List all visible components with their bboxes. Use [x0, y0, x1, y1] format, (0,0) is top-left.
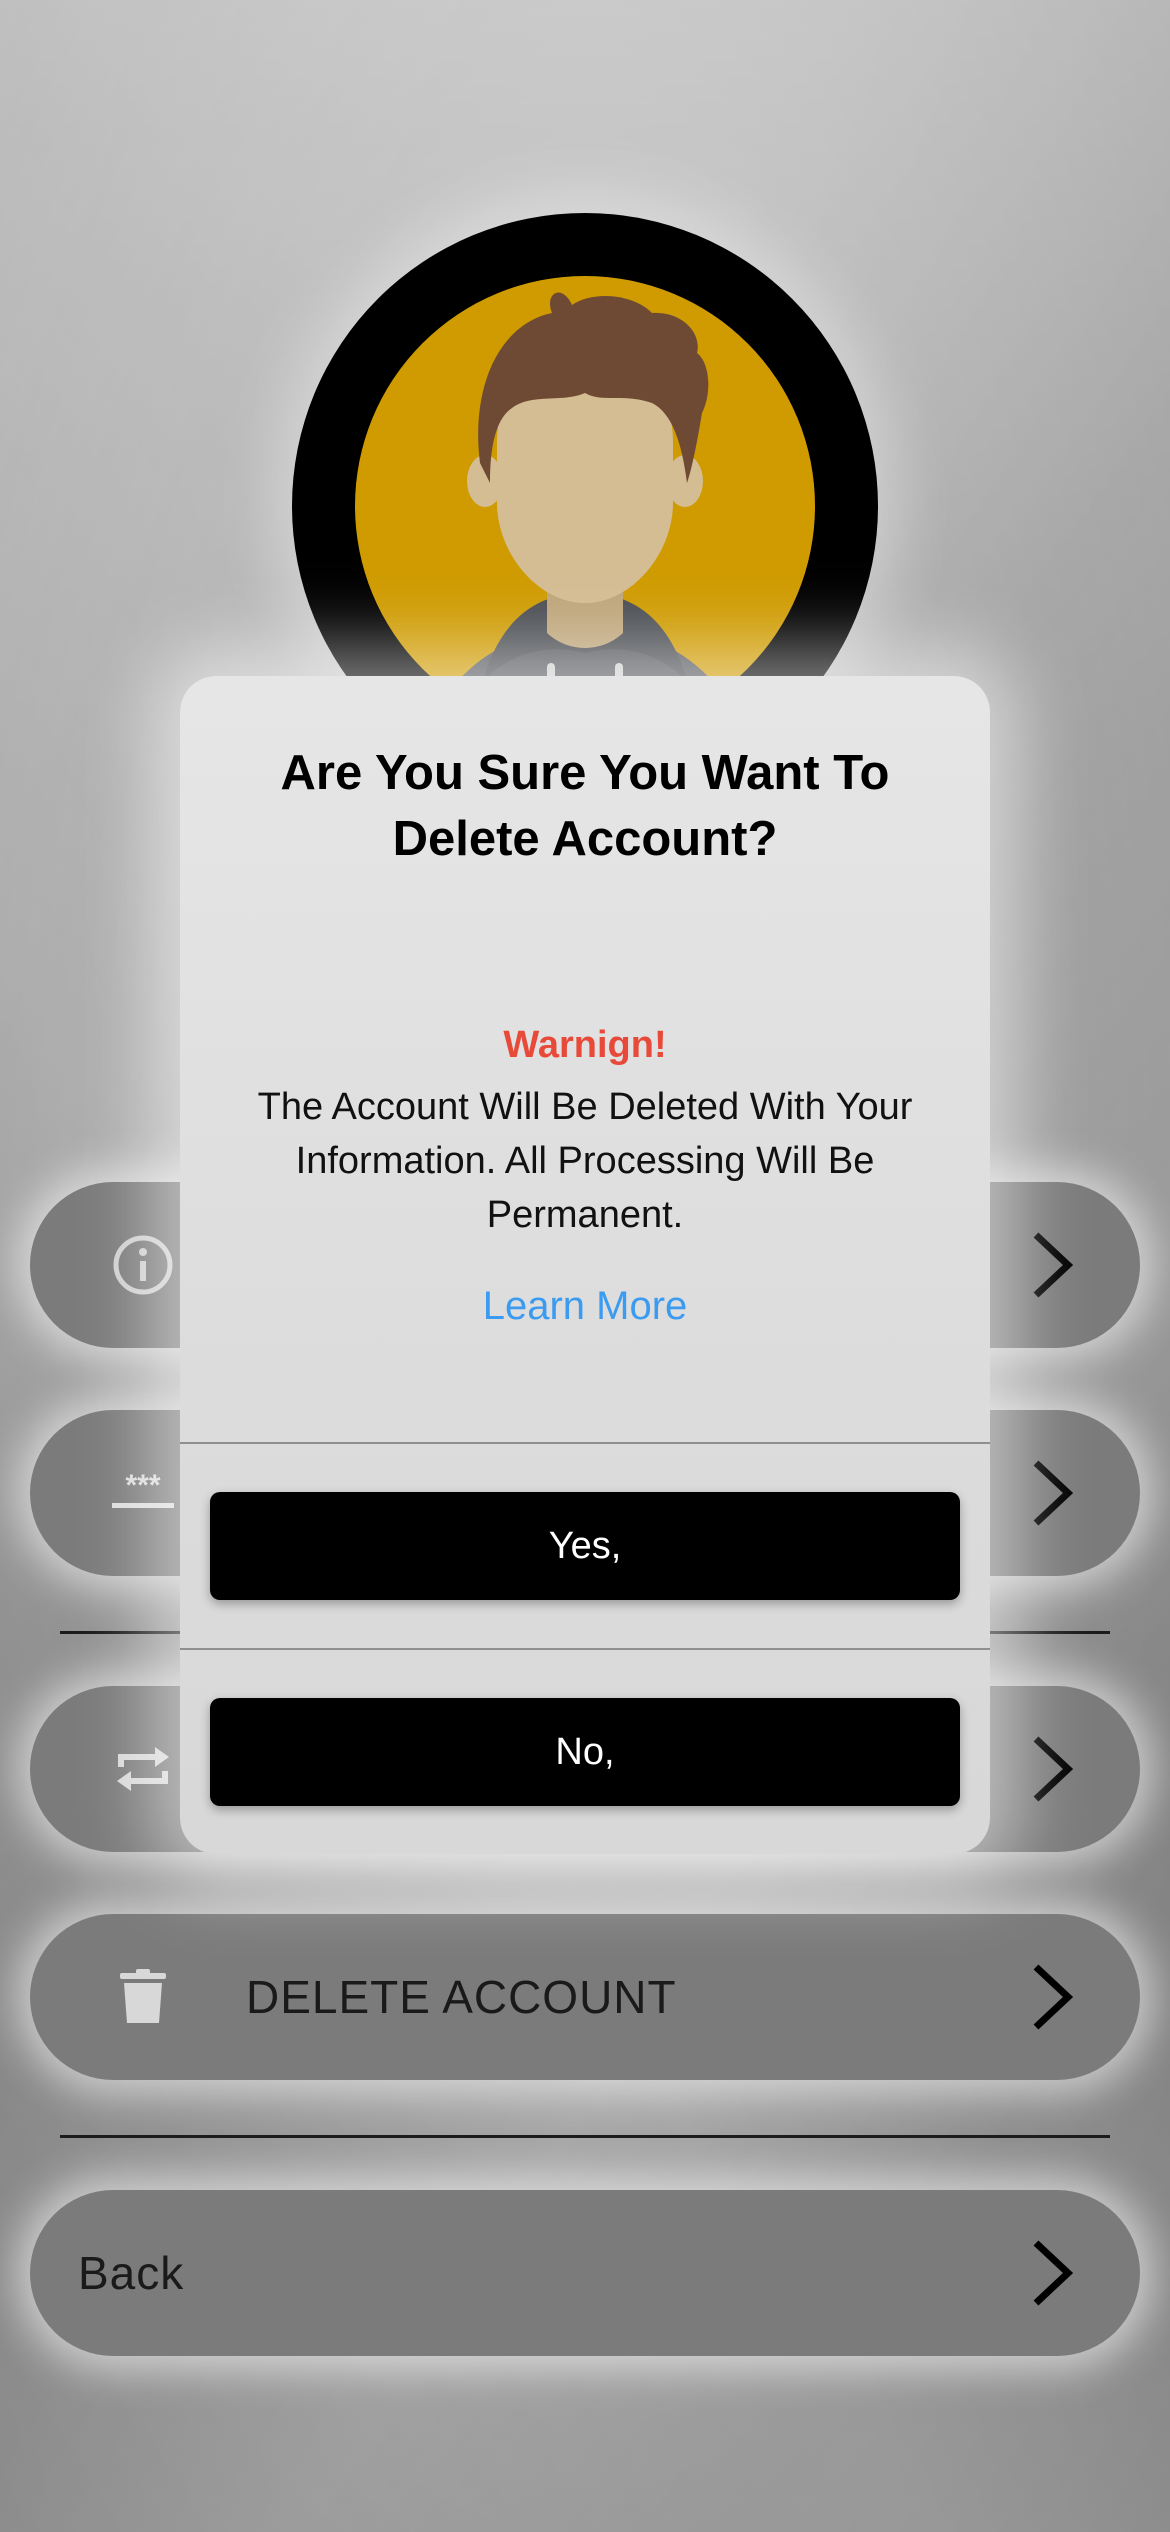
svg-text:***: ***: [125, 1473, 160, 1502]
chevron-right-icon: [1033, 1460, 1074, 1526]
chevron-right-icon: [1033, 1964, 1074, 2030]
back-label: Back: [78, 2247, 185, 2299]
trash-icon: [80, 1969, 206, 2025]
section-divider: [60, 2135, 1110, 2138]
yes-button[interactable]: Yes,: [210, 1492, 960, 1600]
learn-more-link[interactable]: Learn More: [180, 1284, 990, 1329]
dialog-separator: [180, 1442, 990, 1444]
back-row[interactable]: Back: [30, 2190, 1140, 2356]
dialog-separator: [180, 1648, 990, 1650]
dialog-message: The Account Will Be Deleted With Your In…: [257, 1086, 913, 1236]
delete-account-row[interactable]: DELETE ACCOUNT: [30, 1914, 1140, 2080]
chevron-right-icon: [1033, 1736, 1074, 1802]
delete-account-label: DELETE ACCOUNT: [246, 1971, 677, 2023]
warning-label: Warnign!: [503, 1024, 667, 1066]
delete-confirm-dialog: Are You Sure You Want To Delete Account?…: [180, 676, 990, 1854]
dialog-title: Are You Sure You Want To Delete Account?: [280, 746, 890, 866]
no-button[interactable]: No,: [210, 1698, 960, 1806]
chevron-right-icon: [1033, 2240, 1074, 2306]
chevron-right-icon: [1033, 1232, 1074, 1298]
